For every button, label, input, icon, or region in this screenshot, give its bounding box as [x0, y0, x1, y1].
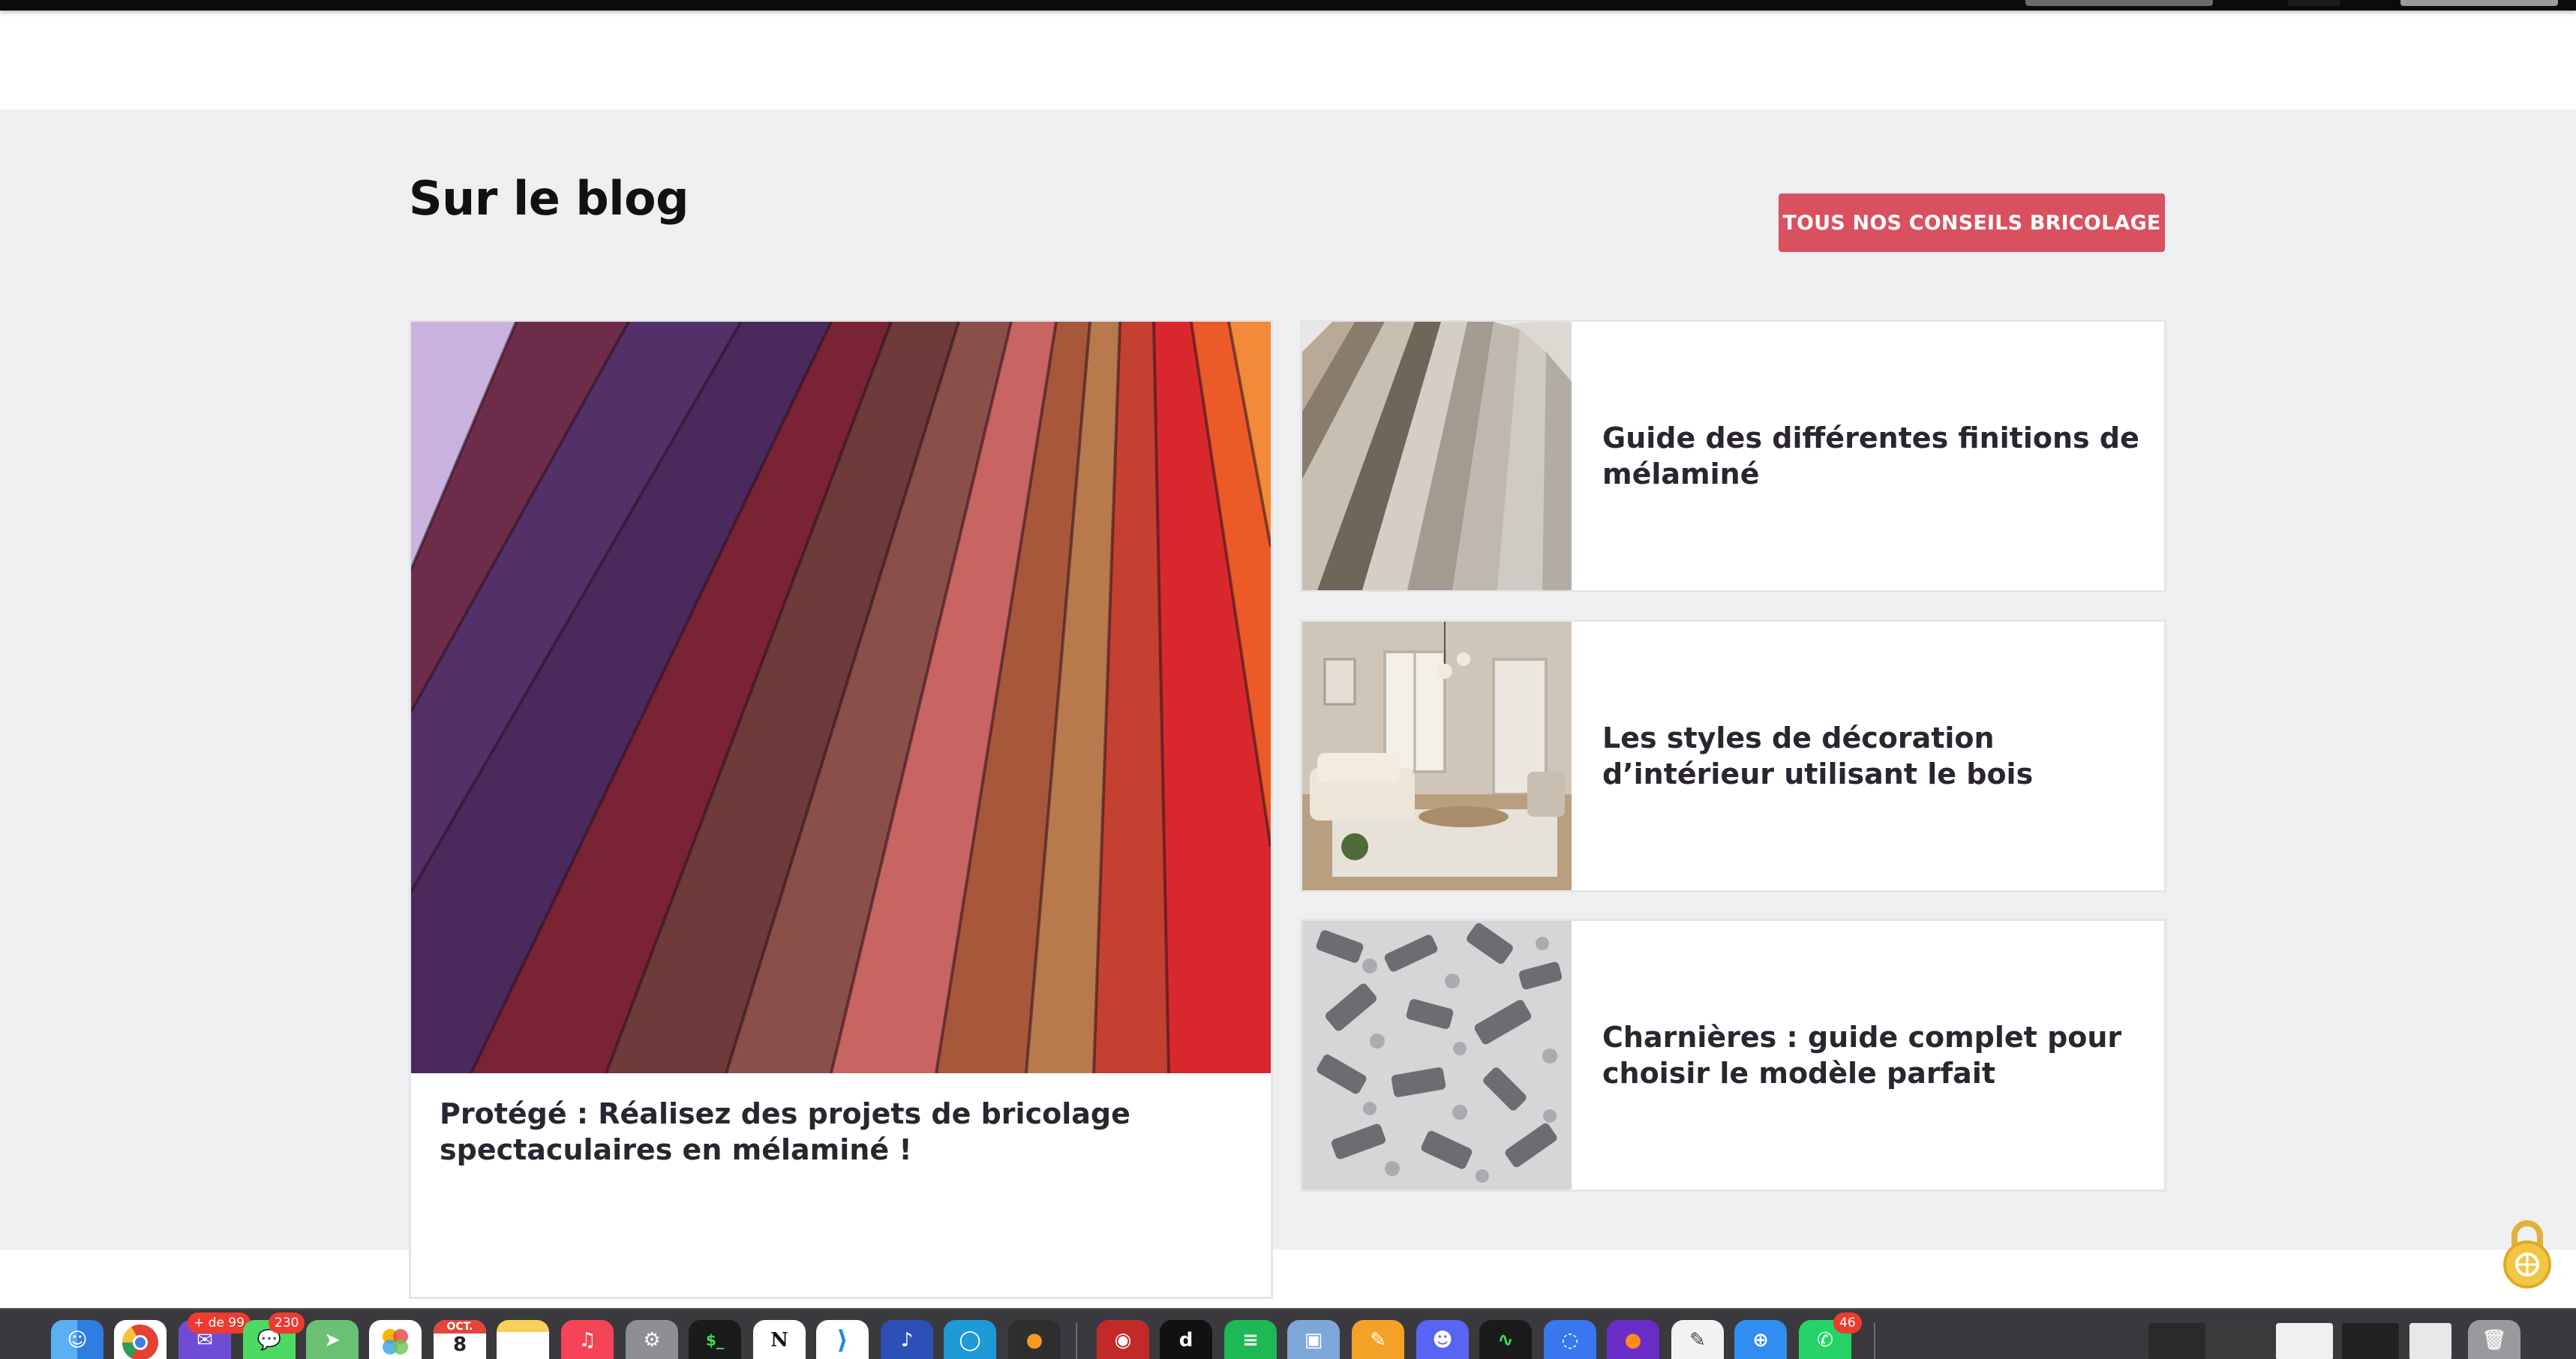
dock-separator — [1874, 1323, 1875, 1359]
blog-post-title[interactable]: Guide des différentes finitions de mélam… — [1602, 322, 2142, 590]
notes-icon[interactable] — [497, 1320, 549, 1359]
dock: ☺ ✉ + de 99 💬 230 ➤ OCT. 8 ♫ ⚙ $_ N ⟩ ♪ … — [0, 1308, 2576, 1359]
blog-post-image[interactable] — [1302, 921, 1572, 1190]
safari-icon[interactable]: ⊕ — [1734, 1320, 1787, 1359]
photos-icon[interactable] — [369, 1320, 422, 1359]
whatsapp-badge: 46 — [1833, 1312, 1862, 1334]
terminal-icon[interactable]: $_ — [689, 1320, 741, 1359]
vscode-icon[interactable]: ⟩ — [816, 1320, 869, 1359]
spotify-icon[interactable]: ≡ — [1224, 1320, 1277, 1359]
squash-icon[interactable]: ● — [1008, 1320, 1061, 1359]
top-menu-item[interactable] — [2288, 0, 2340, 6]
notion-icon[interactable]: N — [753, 1320, 806, 1359]
calendar-icon[interactable]: OCT. 8 — [434, 1320, 486, 1359]
top-menu-item[interactable] — [2400, 0, 2558, 6]
system-settings-icon[interactable]: ⚙ — [626, 1320, 678, 1359]
minimized-window-thumbnail[interactable] — [2409, 1323, 2451, 1359]
pages-icon[interactable]: ✎ — [1352, 1320, 1404, 1359]
trash-icon[interactable]: 🗑 — [2468, 1320, 2520, 1359]
preview-icon[interactable]: ▣ — [1287, 1320, 1340, 1359]
blog-post-card[interactable]: Guide des différentes finitions de mélam… — [1300, 320, 2166, 592]
dock-separator — [1076, 1323, 1077, 1359]
section-title: Sur le blog — [409, 171, 689, 226]
music-icon[interactable]: ♫ — [561, 1320, 614, 1359]
blog-post-card[interactable]: Charnières : guide complet pour choisir … — [1300, 919, 2166, 1192]
messages-badge: 230 — [269, 1312, 305, 1334]
featured-post-title[interactable]: Protégé : Réalisez des projets de bricol… — [440, 1096, 1235, 1168]
minimized-window-thumbnail[interactable] — [2276, 1323, 2333, 1359]
blog-post-image[interactable] — [1302, 322, 1572, 590]
mail-badge: + de 99 — [188, 1312, 251, 1334]
maps-icon[interactable]: ➤ — [306, 1320, 359, 1359]
podcast-app-icon[interactable]: ◉ — [1097, 1320, 1149, 1359]
blog-post-title[interactable]: Charnières : guide complet pour choisir … — [1602, 921, 2142, 1190]
calendar-month: OCT. — [434, 1320, 486, 1334]
blog-post-title[interactable]: Les styles de décoration d’intérieur uti… — [1602, 622, 2142, 890]
all-tips-button[interactable]: TOUS NOS CONSEILS BRICOLAGE — [1779, 194, 2165, 252]
discord-icon[interactable]: ☻ — [1416, 1320, 1469, 1359]
calendar-day: 8 — [452, 1334, 467, 1356]
signal-icon[interactable]: ◌ — [1544, 1320, 1596, 1359]
chrome-icon[interactable] — [114, 1320, 167, 1359]
finder-icon[interactable]: ☺ — [51, 1320, 104, 1359]
minimized-window-thumbnail[interactable] — [2214, 1323, 2267, 1359]
top-menu-strip — [0, 0, 2576, 10]
deezer-icon[interactable]: d — [1160, 1320, 1212, 1359]
lock-icon[interactable] — [2501, 1216, 2553, 1288]
blog-post-card[interactable]: Les styles de décoration d’intérieur uti… — [1300, 620, 2166, 892]
cortana-icon[interactable]: ◯ — [944, 1320, 996, 1359]
textedit-icon[interactable]: ✎ — [1671, 1320, 1724, 1359]
minimized-window-thumbnail[interactable] — [2148, 1323, 2205, 1359]
minimized-window-thumbnail[interactable] — [2342, 1323, 2399, 1359]
featured-post-image[interactable] — [411, 322, 1271, 1073]
top-menu-item[interactable] — [2025, 0, 2213, 6]
blog-section: Sur le blog TOUS NOS CONSEILS BRICOLAGE — [0, 110, 2576, 1299]
blog-post-image[interactable] — [1302, 622, 1572, 890]
firefox-icon[interactable]: ● — [1607, 1320, 1659, 1359]
activity-monitor-icon[interactable]: ∿ — [1479, 1320, 1532, 1359]
audio-app-icon[interactable]: ♪ — [881, 1320, 933, 1359]
featured-post-card[interactable]: Protégé : Réalisez des projets de bricol… — [409, 320, 1273, 1299]
